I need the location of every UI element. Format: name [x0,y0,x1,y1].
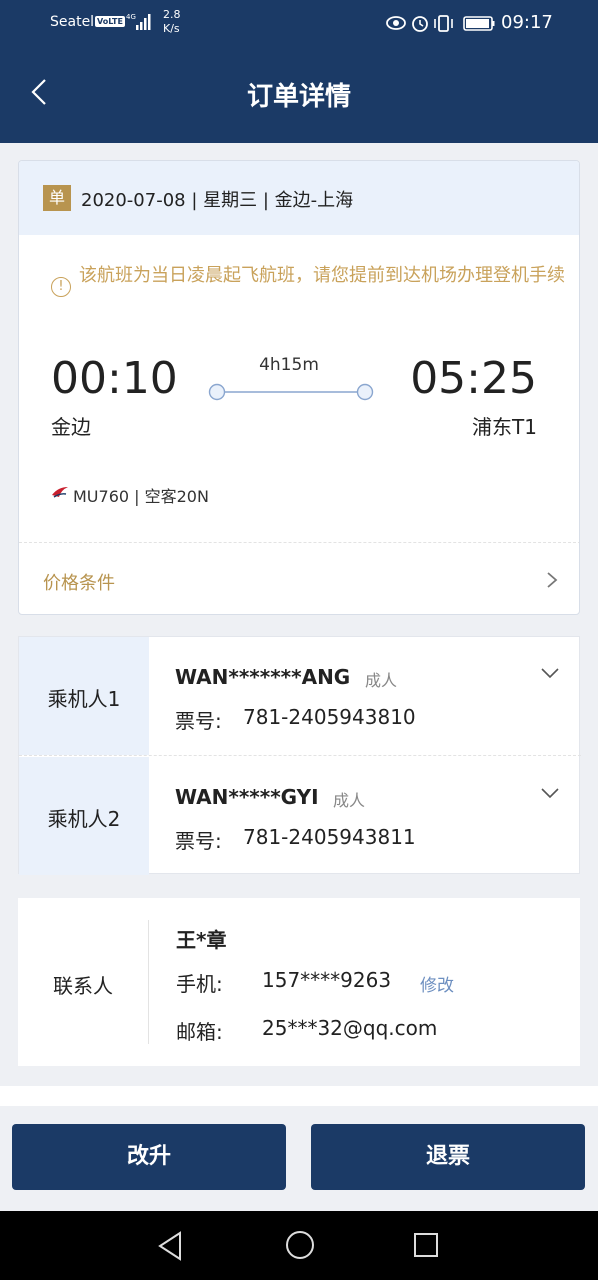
divider [19,755,581,756]
phone-value: 157****9263 [262,968,392,992]
passenger-name: WAN*******ANG [175,665,351,689]
departure-airport: 金边 [51,415,91,439]
passenger-row[interactable]: 乘机人2 WAN*****GYI 成人 票号: 781-2405943811 [19,757,581,875]
flight-number: MU760 | 空客20N [73,487,209,506]
chevron-down-icon[interactable] [541,787,559,799]
warning-text: 该航班为当日凌晨起飞航班，请您提前到达机场办理登机手续 [79,265,565,286]
modify-phone-link[interactable]: 修改 [420,971,454,996]
divider [148,920,149,1044]
arrival-airport: 浦东T1 [472,415,537,439]
flight-summary: 2020-07-08 | 星期三 | 金边-上海 [81,190,354,211]
square-recents-icon[interactable] [412,1231,440,1259]
flight-header: 单 2020-07-08 | 星期三 | 金边-上海 [19,161,579,235]
ticket-label: 票号: [175,829,222,853]
network-speed: 2.8 K/s [163,8,193,36]
passenger-list: 乘机人1 WAN*******ANG 成人 票号: 781-2405943810… [18,636,581,875]
flight-card: 单 2020-07-08 | 星期三 | 金边-上海 ! 该航班为当日凌晨起飞航… [18,160,580,615]
alarm-icon [412,16,428,32]
passenger-label: 乘机人1 [47,687,121,711]
page-title: 订单详情 [246,82,351,112]
route-line [208,383,374,401]
flight-duration: 4h15m [259,355,319,375]
chevron-right-icon [547,572,558,588]
refund-button[interactable]: 退票 [311,1124,585,1190]
eye-icon [386,16,406,30]
arrival-time: 05:25 [410,353,537,404]
airline-logo-icon [52,487,68,498]
ticket-number: 781-2405943811 [243,825,416,849]
ticket-number: 781-2405943810 [243,705,416,729]
signal-icon: 4G [126,13,151,30]
speed-value: 2.8 [163,8,181,21]
carrier-name: Seatel [50,14,95,30]
phone-label: 手机: [176,972,223,996]
passenger-label: 乘机人2 [47,807,121,831]
ticket-label: 票号: [175,709,222,733]
passenger-type: 成人 [365,671,398,690]
passenger-label-cell: 乘机人2 [19,757,149,875]
system-nav-bar [0,1211,598,1280]
contact-card: 联系人 王*章 手机: 157****9263 修改 邮箱: 25***32@q… [18,898,580,1066]
nav-bar: 订单详情 [0,48,598,143]
email-label: 邮箱: [176,1020,223,1044]
upgrade-button[interactable]: 改升 [12,1124,286,1190]
departure-time: 00:10 [51,353,178,404]
clock: 09:17 [501,12,553,33]
svg-text:4G: 4G [126,13,136,21]
contact-name: 王*章 [176,928,227,952]
status-bar: Seatel VoLTE 4G 2.8 K/s 09:17 [0,0,598,48]
battery-icon [463,16,495,31]
passenger-label-cell: 乘机人1 [19,637,149,755]
volte-badge: VoLTE [95,16,125,27]
passenger-name: WAN*****GYI [175,785,319,809]
warning-icon: ! [51,277,71,297]
chevron-down-icon[interactable] [541,667,559,679]
passenger-type: 成人 [333,791,366,810]
contact-label: 联系人 [53,974,113,998]
one-way-badge: 单 [43,185,71,211]
vibrate-icon [434,15,453,32]
status-icons [386,15,495,32]
speed-unit: K/s [163,22,180,35]
triangle-back-icon[interactable] [154,1229,188,1263]
email-value: 25***32@qq.com [262,1016,438,1040]
price-conditions-label: 价格条件 [43,573,115,594]
passenger-row[interactable]: 乘机人1 WAN*******ANG 成人 票号: 781-2405943810 [19,637,581,756]
content-end-band [0,1086,598,1106]
circle-home-icon[interactable] [284,1229,316,1261]
price-conditions-row[interactable]: 价格条件 [19,543,579,614]
